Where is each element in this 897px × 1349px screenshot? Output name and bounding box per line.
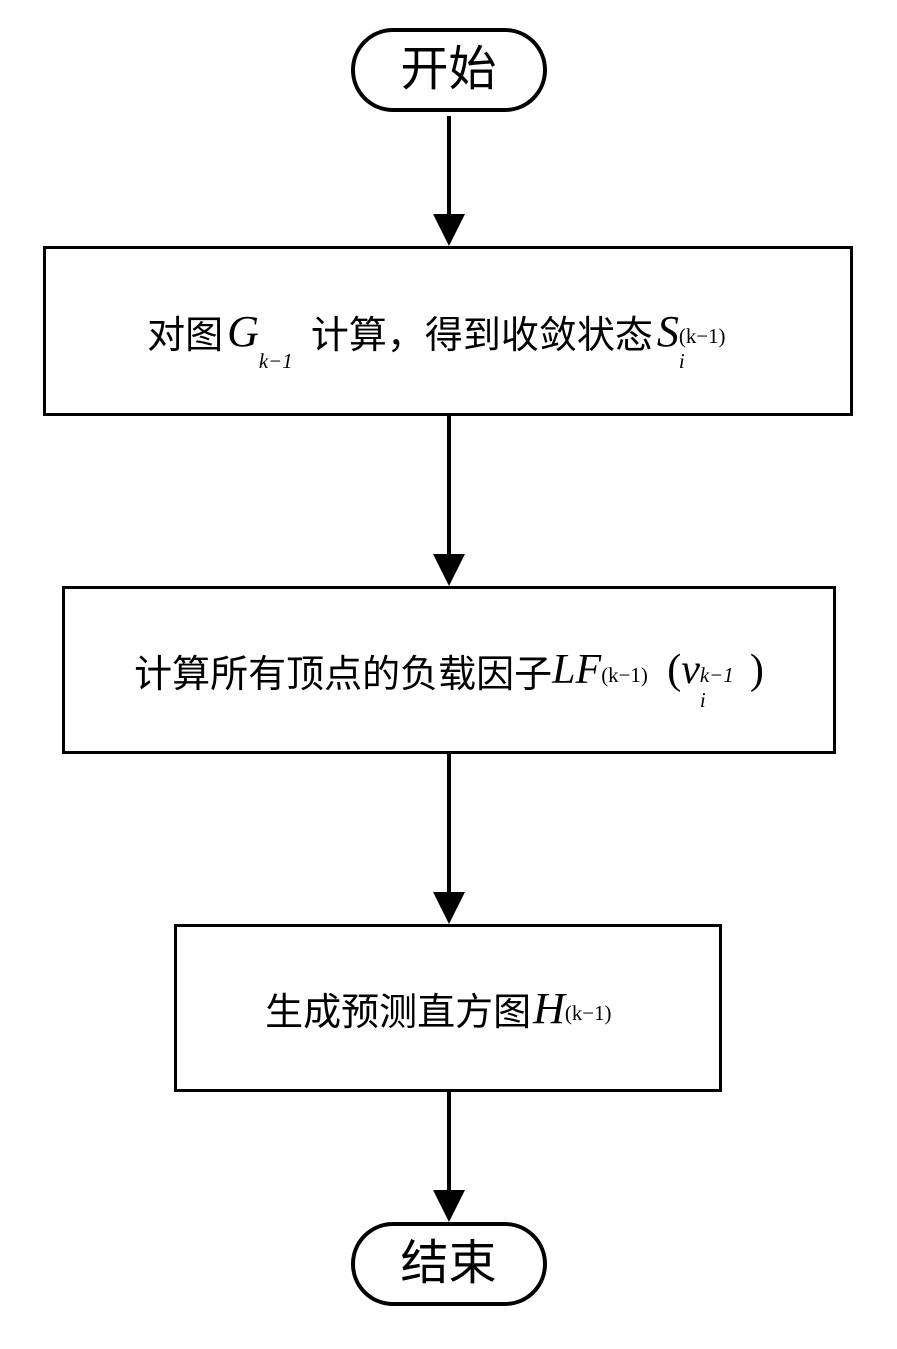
start-label: 开始 [400,46,496,94]
arrow-3 [425,754,473,924]
end-terminator: 结束 [350,1222,546,1306]
step3-content: 生成预测直方图 H (k−1) [265,981,631,1036]
step1-content: 对图 G k−1 计算，得到收敛状态 S i (k−1) [147,304,749,359]
superscript-k-1-d: (k−1) [565,1001,612,1026]
step2-content: 计算所有顶点的负载因子 LF (k−1) ( v i k−1 ) [134,643,764,698]
superscript-k-1-c: k−1 [700,663,734,688]
superscript-k-1-a: (k−1) [679,324,726,349]
flowchart-canvas: 开始 对图 G k−1 计算，得到收敛状态 S i (k−1) [0,0,897,1349]
superscript-k-1-b: (k−1) [601,663,648,688]
symbol-G: G [227,306,259,357]
process-step-1: 对图 G k−1 计算，得到收敛状态 S i (k−1) [43,246,853,416]
symbol-v: v [681,646,700,694]
arrow-2 [425,416,473,586]
step3-text-1: 生成预测直方图 [265,981,531,1036]
subscript-i-1: i [679,349,685,374]
step1-text-2: 计算，得到收敛状态 [311,304,653,359]
start-terminator: 开始 [350,28,546,112]
subscript-k-1-a: k−1 [259,349,293,374]
process-step-3: 生成预测直方图 H (k−1) [174,924,722,1092]
step2-text-1: 计算所有顶点的负载因子 [134,643,552,698]
subscript-i-2: i [700,688,706,713]
arrow-4 [425,1092,473,1222]
end-label: 结束 [400,1240,496,1288]
paren-close: ) [750,646,764,694]
process-step-2: 计算所有顶点的负载因子 LF (k−1) ( v i k−1 ) [62,586,836,754]
step1-text-1: 对图 [147,304,223,359]
symbol-LF: LF [552,646,601,694]
paren-open: ( [667,646,681,694]
arrow-1 [425,116,473,246]
symbol-H: H [533,983,565,1034]
symbol-S: S [657,306,679,357]
